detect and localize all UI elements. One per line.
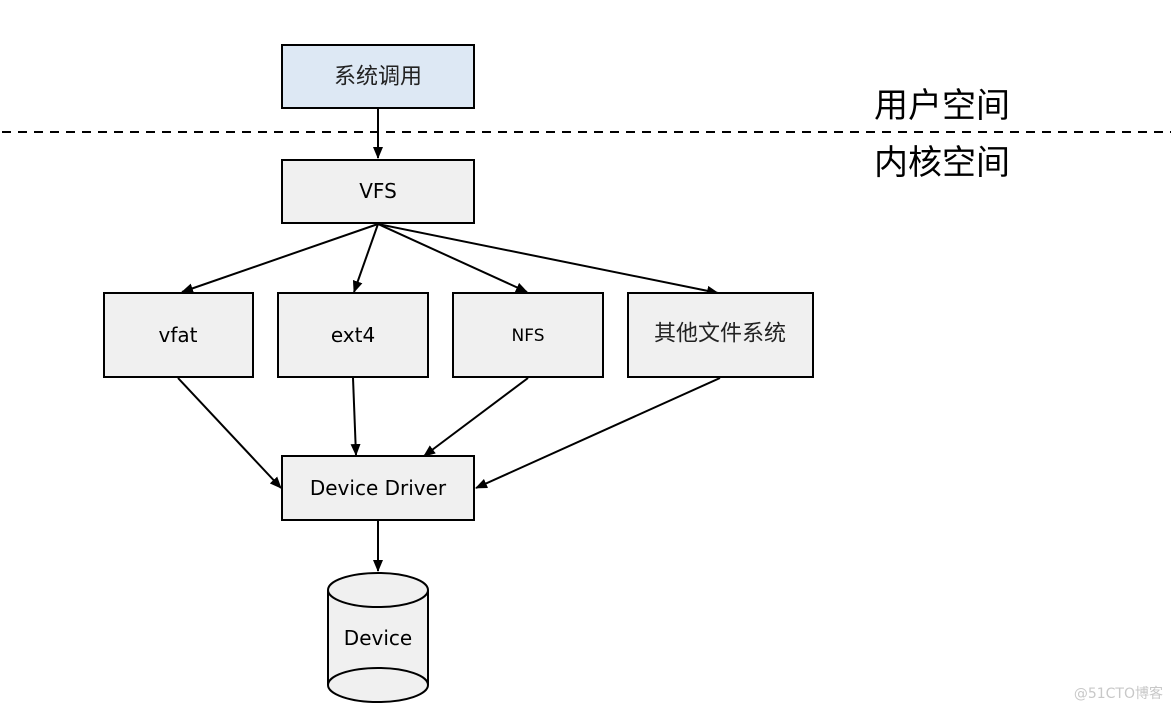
node-vfs: VFS	[281, 159, 475, 224]
ext4-label: ext4	[331, 323, 375, 347]
other-fs-label: 其他文件系统	[654, 322, 786, 347]
vfs-label: VFS	[359, 179, 397, 203]
node-device: Device	[327, 572, 429, 703]
node-vfat: vfat	[103, 292, 254, 378]
node-nfs: NFS	[452, 292, 604, 378]
device-cylinder-top	[327, 572, 429, 608]
edge-other-to-driver	[475, 377, 721, 489]
node-syscall: 系统调用	[281, 44, 475, 109]
kernel-space-label: 内核空间	[874, 143, 1010, 183]
edge-vfs-to-other	[377, 223, 719, 296]
node-ext4: ext4	[277, 292, 429, 378]
watermark: @51CTO博客	[1074, 685, 1163, 702]
edge-vfat-to-driver	[177, 377, 282, 489]
edge-vfs-to-ext4	[352, 223, 379, 293]
node-device-driver: Device Driver	[281, 455, 475, 521]
node-other-fs: 其他文件系统	[627, 292, 814, 378]
device-label: Device	[344, 626, 412, 650]
nfs-label: NFS	[512, 326, 545, 346]
edge-ext4-to-driver	[350, 377, 361, 456]
vfs-architecture-diagram: 用户空间 内核空间 系统调用 VFS vfat ext4 NFS 其他文件系统 …	[2, 44, 1171, 703]
edge-vfs-to-vfat	[181, 223, 379, 294]
syscall-label: 系统调用	[334, 65, 422, 90]
edge-nfs-to-driver	[423, 377, 529, 457]
vfat-label: vfat	[159, 323, 198, 347]
edge-vfs-to-nfs	[377, 223, 528, 293]
device-driver-label: Device Driver	[310, 476, 447, 500]
user-space-label: 用户空间	[874, 86, 1010, 126]
